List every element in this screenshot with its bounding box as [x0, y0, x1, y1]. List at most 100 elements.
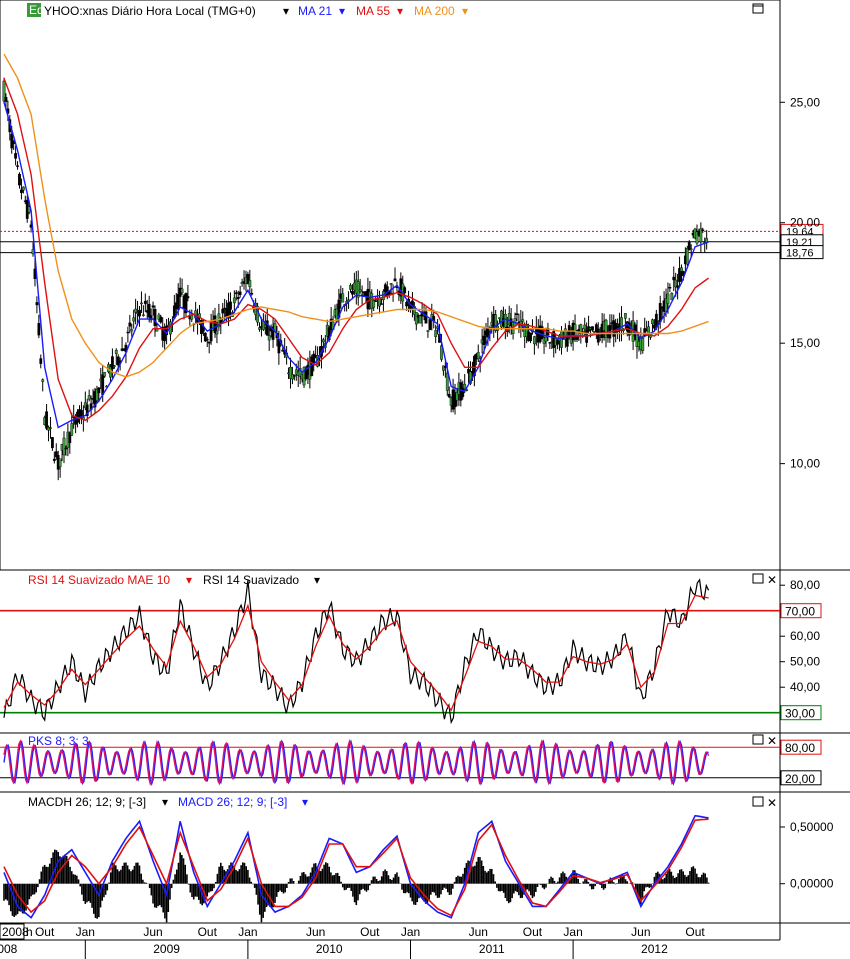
candle-body [292, 375, 296, 377]
pks-label[interactable]: PKS 8; 3; 3 [28, 734, 89, 748]
candle-body [41, 379, 45, 382]
candle-body [321, 339, 325, 343]
ma200-label[interactable]: MA 200 [414, 4, 455, 18]
symbol-label[interactable]: YHOO:xnas Diário Hora Local (TMG+0) [44, 4, 256, 18]
candle-body [668, 287, 672, 289]
candle-body [151, 305, 155, 308]
price-y-tick-label: 15,00 [790, 336, 820, 350]
candle-body [291, 374, 294, 380]
candle-body [64, 447, 68, 450]
rsi-mae-dropdown-icon[interactable]: ▾ [186, 573, 192, 587]
candle-body [515, 313, 519, 316]
macd-maximize-icon[interactable] [752, 796, 764, 807]
candle-body [140, 302, 143, 305]
candle-body [676, 285, 680, 288]
candle-body [18, 173, 21, 186]
candle-body [476, 352, 480, 359]
time-axis-month-label: Jan [76, 925, 95, 939]
candle-body [573, 324, 577, 332]
candle-body [62, 437, 66, 456]
candle-body [658, 302, 662, 323]
candle-body [205, 338, 209, 341]
candle-body [250, 293, 254, 295]
macd-dropdown-icon[interactable]: ▾ [302, 795, 308, 809]
candle-body [14, 153, 18, 159]
candle-body [532, 336, 536, 345]
rsi-layer: 70,00 30,00 80,00 60,00 50,00 40,00 [0, 578, 822, 725]
candle-body [97, 387, 101, 394]
candle-body [434, 330, 438, 337]
time-axis-month-label: Jan [563, 925, 582, 939]
pks-level-label: 80,00 [785, 741, 815, 755]
candle-body [389, 283, 393, 285]
rsi-dropdown-icon[interactable]: ▾ [314, 573, 320, 587]
candle-body [132, 317, 136, 322]
time-axis-year-label: 2009 [153, 942, 180, 956]
price-y-tick-label: 25,00 [790, 95, 820, 109]
candle-body [651, 319, 654, 324]
macd-label[interactable]: MACD 26; 12; 9; [-3] [178, 795, 287, 809]
candle-body [39, 358, 43, 364]
symbol-dropdown-icon[interactable]: ▾ [283, 4, 289, 18]
candle-body [37, 323, 41, 336]
candle-body [405, 302, 409, 307]
ma55-label[interactable]: MA 55 [356, 4, 390, 18]
time-axis-partial-label: 2008 [2, 925, 29, 939]
time-axis-year-label: 2012 [641, 942, 668, 956]
candle-body [110, 356, 114, 370]
pks-maximize-icon[interactable] [752, 734, 764, 745]
candle-body [16, 165, 19, 167]
candle-body [666, 293, 670, 304]
macdh-label[interactable]: MACDH 26; 12; 9; [-3] [28, 795, 146, 809]
candle-body [248, 280, 252, 288]
eq-badge-text: Eq [29, 3, 44, 17]
axis-layer: Out Jan Jun Out Jan Jun Out Jan Jun Out Jan Jun Out 2… [0, 923, 705, 959]
ma21-label[interactable]: MA 21 [298, 4, 332, 18]
candle-body [349, 285, 352, 290]
time-axis-year-label: 2010 [316, 942, 343, 956]
candle-body [52, 458, 56, 461]
macdh-dropdown-icon[interactable]: ▾ [162, 795, 168, 809]
price-y-tick-label: 10,00 [790, 457, 820, 471]
candle-body [87, 395, 91, 400]
stock-chart: 19,6419,2118,7625,0020,0015,0010,00 70,0… [0, 0, 850, 959]
candle-body [393, 278, 397, 282]
time-axis-month-label: Jun [469, 925, 488, 939]
candle-body [267, 335, 271, 341]
candle-body [529, 332, 532, 342]
candle-body [641, 338, 645, 351]
macd-close-icon[interactable]: ✕ [767, 796, 777, 810]
candle-body [374, 300, 378, 302]
candle-body [418, 315, 422, 324]
candle-body [503, 314, 507, 328]
candle-body [186, 296, 190, 299]
price-level-label: 18,76 [786, 248, 814, 260]
ma200-dropdown-icon[interactable]: ▾ [462, 4, 468, 18]
time-axis-month-label: Jan [401, 925, 420, 939]
candle-body [128, 322, 132, 327]
candle-body [114, 349, 118, 354]
rsi-close-icon[interactable]: ✕ [767, 573, 777, 587]
candle-body [482, 335, 486, 345]
rsi-mae-label[interactable]: RSI 14 Suavizado MAE 10 [28, 573, 170, 587]
candle-body [147, 303, 151, 318]
candle-body [21, 186, 25, 191]
rsi-y-tick-label: 60,00 [790, 629, 820, 643]
candle-body [341, 293, 345, 303]
time-axis-month-label: Jun [631, 925, 650, 939]
candle-body [49, 427, 52, 429]
candle-body [130, 329, 134, 332]
ma21-dropdown-icon[interactable]: ▾ [339, 4, 345, 18]
time-axis-month-label: Out [360, 925, 380, 939]
candle-body [380, 303, 383, 305]
time-axis-year-label: 2008 [0, 942, 18, 956]
pks-level-label: 20,00 [785, 772, 815, 786]
rsi-maximize-icon[interactable] [752, 573, 764, 584]
candle-body [461, 387, 465, 397]
candle-body [213, 315, 217, 333]
rsi-label[interactable]: RSI 14 Suavizado [203, 573, 299, 587]
candle-body [544, 337, 548, 342]
ma55-dropdown-icon[interactable]: ▾ [397, 4, 403, 18]
candle-body [463, 383, 467, 390]
pks-close-icon[interactable]: ✕ [767, 734, 777, 748]
